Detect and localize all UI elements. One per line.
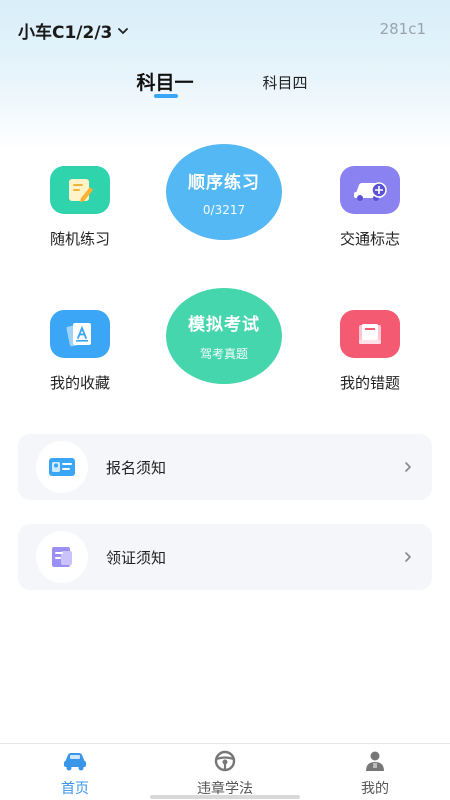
my-favorites-label: 我的收藏 <box>49 374 110 392</box>
license-notice-label: 领证须知 <box>106 548 167 567</box>
registration-notice-card[interactable]: 报名须知 <box>18 434 432 500</box>
chevron-down-icon <box>118 27 129 34</box>
my-wrong-questions-button[interactable]: 我的错题 <box>320 310 420 393</box>
license-notice-card[interactable]: 领证须知 <box>18 524 432 590</box>
bottom-navigation: 首页 违章学法 我的 <box>0 743 450 800</box>
favorites-card-icon <box>50 310 110 358</box>
vehicle-type-selector[interactable]: 小车C1/2/3 <box>18 18 129 43</box>
vehicle-type-label: 小车C1/2/3 <box>18 23 113 43</box>
nav-violation-rules[interactable]: 违章学法 <box>180 750 270 798</box>
sequential-practice-title: 顺序练习 <box>188 172 260 193</box>
document-icon <box>36 531 88 583</box>
random-practice-button[interactable]: 随机练习 <box>30 166 130 249</box>
active-tab-indicator <box>154 94 178 98</box>
header-code: 281c1 <box>379 20 426 38</box>
my-favorites-button[interactable]: 我的收藏 <box>30 310 130 393</box>
mock-exam-title: 模拟考试 <box>188 315 260 335</box>
user-icon <box>366 751 384 771</box>
my-wrong-questions-label: 我的错题 <box>339 374 400 392</box>
traffic-signs-label: 交通标志 <box>339 230 400 248</box>
nav-home-label: 首页 <box>61 781 89 797</box>
subject-tabs: 科目一 科目四 <box>0 68 450 108</box>
header: 小车C1/2/3 281c1 <box>0 0 450 60</box>
tab-subject-one[interactable]: 科目一 <box>125 68 205 95</box>
nav-profile[interactable]: 我的 <box>330 750 420 798</box>
car-icon <box>64 753 86 771</box>
sequential-practice-progress: 0/3217 <box>202 202 246 217</box>
notebook-pencil-icon <box>50 166 110 214</box>
chevron-right-icon <box>405 462 411 472</box>
book-icon <box>340 310 400 358</box>
car-sign-icon <box>340 166 400 214</box>
home-indicator <box>150 795 300 799</box>
tab-subject-four[interactable]: 科目四 <box>250 72 320 93</box>
registration-notice-label: 报名须知 <box>106 458 167 477</box>
traffic-signs-button[interactable]: 交通标志 <box>320 166 420 249</box>
chevron-right-icon <box>405 552 411 562</box>
id-card-icon <box>36 441 88 493</box>
mock-exam-button[interactable]: 模拟考试 驾考真题 <box>166 288 282 384</box>
mock-exam-subtitle: 驾考真题 <box>199 347 248 361</box>
random-practice-label: 随机练习 <box>49 230 110 248</box>
nav-profile-label: 我的 <box>361 781 389 797</box>
nav-home[interactable]: 首页 <box>30 750 120 798</box>
steering-wheel-icon <box>214 750 236 772</box>
sequential-practice-button[interactable]: 顺序练习 0/3217 <box>166 144 282 240</box>
